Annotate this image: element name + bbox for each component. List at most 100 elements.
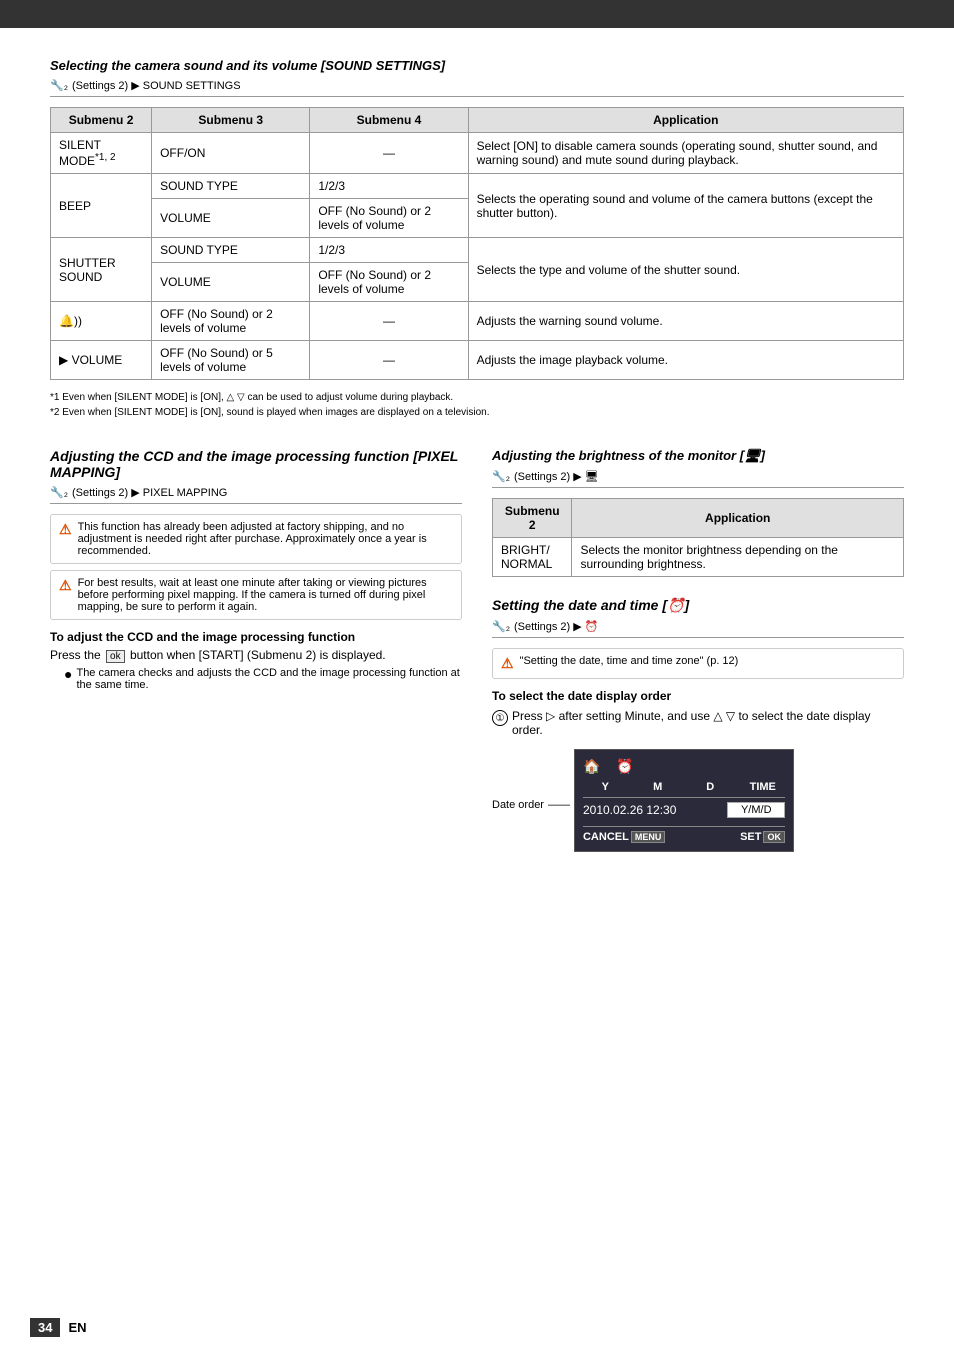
pixel-mapping-info1-text: This function has already been adjusted … [78,521,453,557]
speaker-icon: 🔔)) [59,314,82,328]
date-time-breadcrumb-text: (Settings 2) ▶ ⏰ [514,620,599,633]
warning-icon-2: ⚠ [59,577,72,594]
monitor-icon: 🖥 [744,448,761,463]
beep-volume: VOLUME [152,199,310,238]
top-bar [0,0,954,28]
cam-date-highlight: Y/M/D [727,802,785,818]
two-col-section: Adjusting the CCD and the image processi… [50,448,904,852]
cam-footer: CANCEL MENU SET OK [583,826,785,843]
shutter-volume: VOLUME [152,263,310,302]
cam-header-d: D [688,781,733,793]
pixel-mapping-breadcrumb-text: (Settings 2) ▶ PIXEL MAPPING [72,486,227,499]
cam-header-y: Y [583,781,628,793]
arrow-line: —— [548,799,570,811]
sound-settings-title: Selecting the camera sound and its volum… [50,58,904,73]
monitor-brightness-breadcrumb-text: (Settings 2) ▶ 🖥 [514,470,599,483]
ok-button[interactable]: ok [106,650,125,663]
col-submenu2: Submenu 2 [51,108,152,133]
sound-settings-section: Selecting the camera sound and its volum… [50,58,904,418]
date-step-1: ① Press ▷ after setting Minute, and use … [492,709,904,737]
cam-date-value: 2010.02.26 12:30 [583,803,720,817]
sound-settings-breadcrumb-text: (Settings 2) ▶ SOUND SETTINGS [72,79,241,92]
silent-mode-submenu3: OFF/ON [152,133,310,174]
silent-mode-app: Select [ON] to disable camera sounds (op… [468,133,903,174]
bright-normal-app: Selects the monitor brightness depending… [572,538,904,577]
settings2-date-icon: 🔧₂ [492,620,510,633]
page-number: 34 EN [30,1318,87,1337]
table-row: SILENT MODE*1, 2 OFF/ON — Select [ON] to… [51,133,904,174]
camera-screen: 🏠 ⏰ Y M D TIME 2010.02.26 12:30 Y/M/D [574,749,794,852]
press-text-after: button when [START] (Submenu 2) is displ… [130,648,386,662]
date-time-title-em: Setting the date and time [⏰] [492,597,689,613]
date-order-arrow: Date order —— [492,799,570,811]
date-time-title: Setting the date and time [⏰] [492,597,904,614]
warning-icon-1: ⚠ [59,521,72,538]
silent-mode-submenu4: — [310,133,468,174]
cam-cancel: CANCEL MENU [583,831,665,843]
date-display-order-heading: To select the date display order [492,689,904,703]
sound-settings-breadcrumb: 🔧₂ (Settings 2) ▶ SOUND SETTINGS [50,79,904,97]
pixel-mapping-title: Adjusting the CCD and the image processi… [50,448,462,480]
beep-cell: BEEP [51,174,152,238]
monitor-col-app: Application [572,499,904,538]
pixel-mapping-info2: ⚠ For best results, wait at least one mi… [50,570,462,620]
playback-icon: ▶ [59,353,68,367]
monitor-brightness-table: Submenu 2 Application BRIGHT/NORMAL Sele… [492,498,904,577]
col-application: Application [468,108,903,133]
pixel-mapping-press-text: Press the ok button when [START] (Submen… [50,648,462,663]
press-label: Press the [50,648,104,662]
playback-volume-app: Adjusts the image playback volume. [468,341,903,380]
table-row: BRIGHT/NORMAL Selects the monitor bright… [493,538,904,577]
bright-normal-cell: BRIGHT/NORMAL [493,538,572,577]
pixel-mapping-section: Adjusting the CCD and the image processi… [50,448,462,852]
cam-header-row: Y M D TIME [583,781,785,798]
set-label: SET [740,831,761,843]
warning-sound-submenu3: OFF (No Sound) or 2 levels of volume [152,302,310,341]
table-row: SHUTTER SOUND SOUND TYPE 1/2/3 Selects t… [51,238,904,263]
monitor-brightness-title-em: Adjusting the brightness of the monitor … [492,448,765,463]
monitor-brightness-title: Adjusting the brightness of the monitor … [492,448,904,464]
pixel-mapping-bullet: ● The camera checks and adjusts the CCD … [64,667,462,691]
settings2-pixel-icon: 🔧₂ [50,486,68,499]
shutter-volume-val: OFF (No Sound) or 2 levels of volume [310,263,468,302]
right-col: Adjusting the brightness of the monitor … [492,448,904,852]
beep-app: Selects the operating sound and volume o… [468,174,903,238]
cam-set-ok: SET OK [740,831,785,843]
clock-icon: ⏰ [667,597,684,613]
page-num-box: 34 [30,1318,60,1337]
beep-sound-type-val: 1/2/3 [310,174,468,199]
pixel-mapping-info1: ⚠ This function has already been adjuste… [50,514,462,564]
sound-settings-table: Submenu 2 Submenu 3 Submenu 4 Applicatio… [50,107,904,380]
cam-top-row: 🏠 ⏰ [583,758,785,775]
camera-screen-wrapper: Date order —— 🏠 ⏰ Y M D TIME [492,749,904,852]
date-time-section: Setting the date and time [⏰] 🔧₂ (Settin… [492,597,904,852]
page-content: Selecting the camera sound and its volum… [0,28,954,882]
footnote-2: *2 Even when [SILENT MODE] is [ON], soun… [50,407,904,418]
date-time-breadcrumb: 🔧₂ (Settings 2) ▶ ⏰ [492,620,904,638]
bullet-dot: ● [64,667,72,681]
date-time-info-text: "Setting the date, time and time zone" (… [520,655,739,667]
warning-sound-cell: 🔔)) [51,302,152,341]
monitor-brightness-section: Adjusting the brightness of the monitor … [492,448,904,577]
playback-volume-cell: ▶ VOLUME [51,341,152,380]
col-submenu4: Submenu 4 [310,108,468,133]
shutter-sound-type: SOUND TYPE [152,238,310,263]
monitor-brightness-breadcrumb: 🔧₂ (Settings 2) ▶ 🖥 [492,470,904,488]
cam-data-row: 2010.02.26 12:30 Y/M/D [583,802,785,818]
shutter-sound-cell: SHUTTER SOUND [51,238,152,302]
pixel-mapping-bullet-text: The camera checks and adjusts the CCD an… [76,667,462,691]
col-submenu3: Submenu 3 [152,108,310,133]
shutter-sound-app: Selects the type and volume of the shutt… [468,238,903,302]
table-row: ▶ VOLUME OFF (No Sound) or 5 levels of v… [51,341,904,380]
pixel-mapping-subheading: To adjust the CCD and the image processi… [50,630,462,644]
beep-volume-val: OFF (No Sound) or 2 levels of volume [310,199,468,238]
cancel-label: CANCEL [583,831,629,843]
home-icon: 🏠 [583,758,600,775]
date-time-info: ⚠ "Setting the date, time and time zone"… [492,648,904,679]
clock-icon-cam: ⏰ [616,758,633,775]
playback-volume-submenu4: — [310,341,468,380]
page-suffix: EN [68,1320,86,1335]
footnote-1: *1 Even when [SILENT MODE] is [ON], △ ▽ … [50,392,904,403]
playback-volume-submenu3: OFF (No Sound) or 5 levels of volume [152,341,310,380]
cam-header-time: TIME [740,781,785,793]
